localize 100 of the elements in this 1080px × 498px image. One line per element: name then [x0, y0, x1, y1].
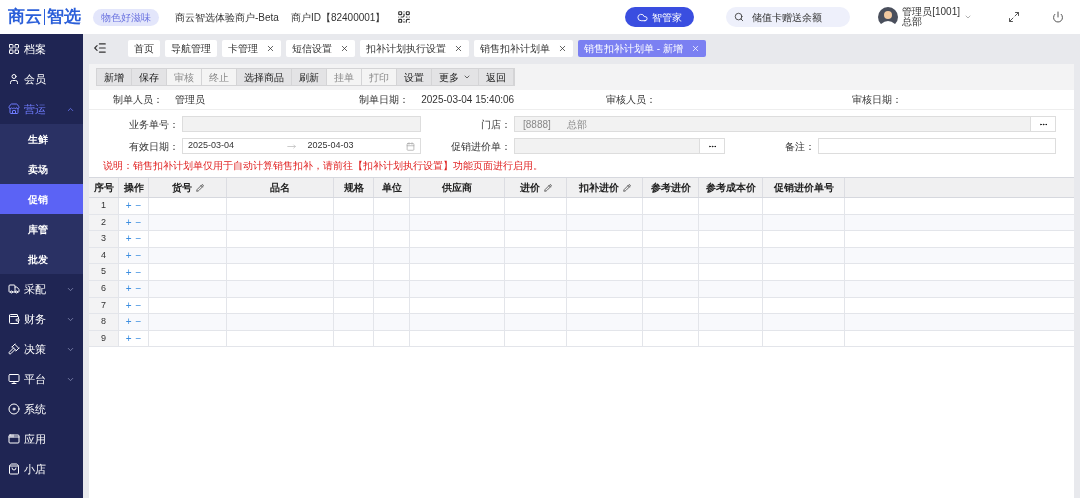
info-label: 审核日期：	[850, 93, 902, 107]
column-header: 规格	[334, 178, 374, 197]
page-tab[interactable]: 扣补计划执行设置	[360, 39, 469, 57]
field-label: 促销进价单：	[450, 139, 511, 154]
page-tab[interactable]: 首页	[128, 39, 160, 57]
pencil-icon	[543, 183, 552, 192]
remove-row-button[interactable]: −	[135, 198, 142, 214]
chevron-down-icon	[463, 73, 471, 81]
remove-row-button[interactable]: −	[135, 314, 142, 330]
toolbar-button[interactable]: 新增	[97, 69, 132, 85]
info-value: 管理员	[175, 93, 205, 107]
monitor-icon	[8, 373, 20, 385]
remove-row-button[interactable]: −	[135, 281, 142, 297]
row-number: 8	[89, 314, 119, 330]
user-name[interactable]: 管理员[1001]	[902, 7, 960, 17]
sidebar-item[interactable]: 档案	[0, 34, 83, 64]
truck-icon	[8, 283, 20, 295]
date-range-field[interactable]: 2025-03-04 2025-04-03	[182, 138, 421, 154]
remark-field[interactable]	[818, 138, 1056, 154]
merchant-id: 商户ID【82400001】	[290, 10, 386, 25]
remove-row-button[interactable]: −	[135, 297, 142, 313]
info-label: 制单日期：	[358, 93, 410, 107]
column-header: 序号	[89, 178, 119, 197]
sidebar-subitem[interactable]: 促销	[0, 184, 83, 214]
store-icon	[8, 103, 20, 115]
promo-order-field[interactable]	[514, 138, 700, 154]
toolbar-button[interactable]: 设置	[397, 69, 432, 85]
close-icon[interactable]	[690, 43, 700, 53]
app-window-icon	[8, 433, 20, 445]
disc-icon	[8, 403, 20, 415]
sidebar-subitem[interactable]: 生鲜	[0, 124, 83, 154]
sidebar-item[interactable]: 营运	[0, 94, 83, 124]
qr-code-icon[interactable]	[397, 10, 412, 24]
row-number: 5	[89, 264, 119, 280]
menu-collapse-icon[interactable]	[93, 41, 107, 55]
close-icon[interactable]	[266, 43, 275, 53]
page-tab[interactable]: 导航管理	[165, 39, 217, 57]
user-org: 总部	[902, 17, 923, 27]
row-number: 3	[89, 231, 119, 247]
sidebar-item[interactable]: 财务	[0, 304, 83, 334]
sidebar-subitem[interactable]: 库管	[0, 214, 83, 244]
column-header: 进价	[505, 178, 567, 197]
toolbar-button[interactable]: 返回	[479, 69, 514, 85]
close-icon[interactable]	[558, 43, 567, 53]
sidebar-item[interactable]: 应用	[0, 424, 83, 454]
toolbar-button[interactable]: 保存	[132, 69, 167, 85]
column-header: 操作	[119, 178, 149, 197]
sidebar-item[interactable]: 小店	[0, 454, 83, 484]
user-icon	[8, 73, 20, 85]
field-label: 门店：	[480, 117, 511, 132]
order-number-field[interactable]	[182, 116, 421, 132]
store-picker-button[interactable]	[1031, 116, 1056, 132]
slogan-badge: 物色好滋味	[93, 8, 159, 26]
row-number: 1	[89, 198, 119, 214]
toolbar-button[interactable]: 选择商品	[237, 69, 292, 85]
page-tab[interactable]: 短信设置	[286, 39, 355, 57]
sidebar-item[interactable]: 会员	[0, 64, 83, 94]
promo-order-picker-button[interactable]	[700, 138, 725, 154]
sidebar-item[interactable]: 决策	[0, 334, 83, 364]
sidebar-subitem[interactable]: 卖场	[0, 154, 83, 184]
chevron-down-icon[interactable]	[964, 13, 972, 21]
pencil-icon	[195, 183, 204, 192]
assistant-button[interactable]: 智管家	[625, 7, 695, 27]
fullscreen-icon[interactable]	[1008, 11, 1020, 23]
power-icon[interactable]	[1052, 11, 1064, 23]
calendar-icon	[406, 141, 415, 151]
remove-row-button[interactable]: −	[135, 214, 142, 230]
remove-row-button[interactable]: −	[135, 264, 142, 280]
avatar-icon	[878, 7, 899, 27]
close-icon[interactable]	[340, 43, 349, 53]
sidebar-item[interactable]: 系统	[0, 394, 83, 424]
cloud-icon	[637, 11, 649, 23]
sidebar-item[interactable]: 平台	[0, 364, 83, 394]
column-header: 品名	[227, 178, 334, 197]
merchant-name: 商云智选体验商户-Beta	[175, 10, 279, 25]
toolbar-button[interactable]: 刷新	[292, 69, 327, 85]
column-header: 供应商	[410, 178, 505, 197]
search-field[interactable]: 储值卡赠送余额	[726, 7, 851, 27]
column-header: 促销进价单号	[763, 178, 845, 197]
remove-row-button[interactable]: −	[135, 248, 142, 264]
column-header: 单位	[374, 178, 410, 197]
field-label: 有效日期：	[128, 139, 179, 154]
remove-row-button[interactable]: −	[135, 231, 142, 247]
sidebar-subitem[interactable]: 批发	[0, 244, 83, 274]
field-label: 备注：	[784, 139, 815, 154]
note-text: 说明：销售扣补计划单仅用于自动计算销售扣补，请前往【扣补计划执行设置】功能页面进行启用。	[103, 159, 544, 173]
grid-icon	[8, 43, 20, 55]
close-icon[interactable]	[454, 43, 463, 53]
page-tab[interactable]: 卡管理	[222, 39, 281, 57]
pencil-icon	[622, 183, 631, 192]
column-header: 参考进价	[643, 178, 699, 197]
column-header: 参考成本价	[699, 178, 763, 197]
remove-row-button[interactable]: −	[135, 331, 142, 347]
bag-icon	[8, 463, 20, 475]
page-tab[interactable]: 销售扣补计划单	[474, 39, 573, 57]
toolbar-button[interactable]: 更多	[432, 69, 479, 85]
logo-text: 商云	[8, 6, 42, 29]
gavel-icon	[8, 343, 20, 355]
sidebar-item[interactable]: 采配	[0, 274, 83, 304]
info-label: 审核人员：	[604, 93, 656, 107]
